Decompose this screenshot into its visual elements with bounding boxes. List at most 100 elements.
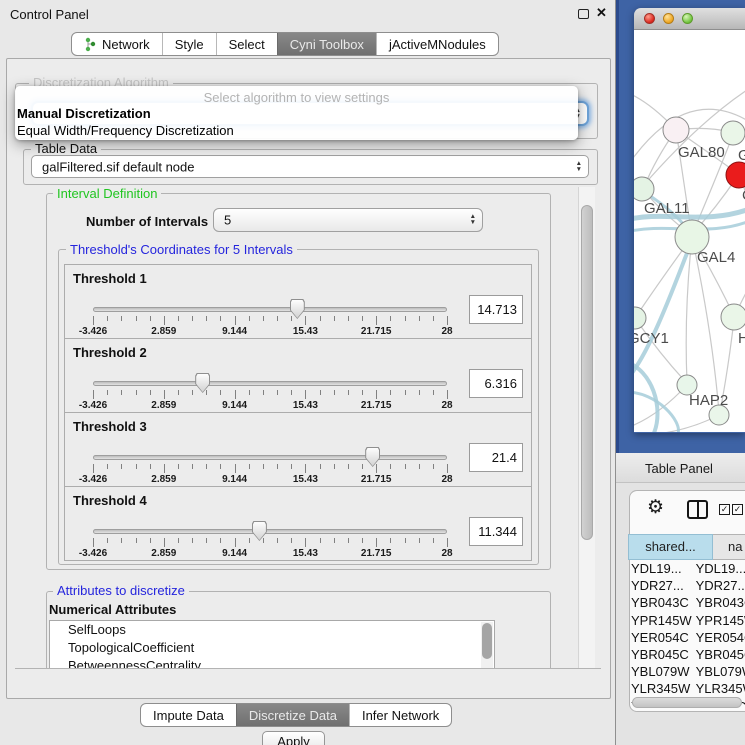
attribute-list-item[interactable]: BetweennessCentrality [50, 657, 494, 669]
table-row[interactable]: YER054CYER054C [628, 629, 745, 646]
network-node-label: GAL11 [644, 200, 690, 217]
table-row[interactable]: YBL079WYBL079W [628, 663, 745, 680]
cyni-mode-tabs: Impute Data Discretize Data Infer Networ… [140, 703, 452, 727]
window-title: Control Panel [10, 7, 89, 22]
column-header-name[interactable]: na [713, 534, 745, 560]
threshold-1-slider-tick-labels: -3.4262.8599.14415.4321.71528 [93, 326, 449, 337]
network-window-titlebar [634, 8, 745, 30]
attributes-list-scrollbar[interactable] [481, 622, 493, 669]
scrollbar-thumb[interactable] [581, 205, 593, 540]
table-data-selected-value: galFiltered.sif default node [42, 159, 194, 174]
threshold-4-label: Threshold 4 [73, 493, 147, 508]
threshold-2-value-field[interactable] [469, 369, 523, 398]
number-of-intervals-label: Number of Intervals [86, 214, 208, 229]
attribute-list-item[interactable]: TopologicalCoefficient [50, 639, 494, 657]
apply-button[interactable]: Apply [262, 731, 325, 745]
close-traffic-light-icon[interactable] [644, 13, 655, 24]
tab-jactivemnodules[interactable]: jActiveMNodules [376, 33, 498, 55]
threshold-4-slider-track[interactable] [93, 529, 447, 534]
checkbox-icon[interactable]: ✓ [732, 504, 743, 515]
network-edge [686, 237, 692, 382]
network-node-label: GA [738, 147, 745, 164]
tab-network[interactable]: Network [72, 33, 162, 55]
column-header-shared-name[interactable]: shared... [628, 534, 713, 560]
cyni-toolbox-panel: Discretization Algorithm ▲▼ Select algor… [6, 58, 611, 699]
threshold-1-slider-ticks [93, 316, 449, 326]
table-panel-title: Table Panel [645, 461, 713, 476]
control-panel-window: Control Panel ✕ Network Style Select Cyn… [0, 0, 616, 745]
threshold-2-slider-tick-labels: -3.4262.8599.14415.4321.71528 [93, 400, 449, 411]
threshold-3-slider-track[interactable] [93, 455, 447, 460]
threshold-3-panel: Threshold 3 -3.4262.8599.14415.4321.7152… [64, 412, 532, 487]
combo-arrows-icon: ▲▼ [470, 214, 476, 226]
threshold-1-panel: Threshold 1 -3.4262.8599.14415.4321.7152… [64, 264, 532, 339]
zoom-traffic-light-icon[interactable] [682, 13, 693, 24]
network-node-label: H [738, 330, 745, 347]
network-node[interactable] [726, 162, 745, 188]
tab-style[interactable]: Style [162, 33, 216, 55]
threshold-2-panel: Threshold 2 -3.4262.8599.14415.4321.7152… [64, 338, 532, 413]
tab-infer-network[interactable]: Infer Network [349, 704, 451, 726]
network-view-window[interactable]: GAL80GACGAL11GAL4GCY1HHAP2 [634, 8, 745, 433]
threshold-2-slider-ticks [93, 390, 449, 400]
threshold-3-label: Threshold 3 [73, 419, 147, 434]
network-node[interactable] [634, 177, 654, 201]
algorithm-dropdown-popup: Select algorithm to view settings Manual… [15, 86, 578, 140]
screen: Control Panel ✕ Network Style Select Cyn… [0, 0, 745, 745]
dropdown-option-manual-discretization[interactable]: Manual Discretization [15, 105, 578, 122]
threshold-2-slider-track[interactable] [93, 381, 447, 386]
threshold-4-panel: Threshold 4 -3.4262.8599.14415.4321.7152… [64, 486, 532, 561]
table-row[interactable]: YDR27...YDR27... [628, 577, 745, 594]
checkbox-icon[interactable]: ✓ [719, 504, 730, 515]
table-row[interactable]: YBR045CYBR045C [628, 646, 745, 663]
threshold-3-slider-ticks [93, 464, 449, 474]
numerical-attributes-label: Numerical Attributes [49, 602, 176, 617]
network-node[interactable] [663, 117, 689, 143]
table-row[interactable]: YLR345WYLR345W [628, 680, 745, 697]
numerical-attributes-list[interactable]: SelfLoopsTopologicalCoefficientBetweenne… [49, 620, 495, 669]
table-row[interactable]: YBR043CYBR043C [628, 594, 745, 611]
threshold-1-value-field[interactable] [469, 295, 523, 324]
number-of-intervals-value: 5 [224, 213, 231, 228]
tab-network-label: Network [102, 37, 150, 52]
attribute-list-item[interactable]: SelfLoops [50, 621, 494, 639]
network-node-label: HAP2 [689, 392, 728, 409]
threshold-3-value-field[interactable] [469, 443, 523, 472]
threshold-4-value-field[interactable] [469, 517, 523, 546]
control-panel-tabs: Network Style Select Cyni Toolbox jActiv… [71, 32, 499, 56]
tab-cyni-toolbox[interactable]: Cyni Toolbox [277, 33, 376, 55]
table-row[interactable]: YPR145WYPR145W [628, 612, 745, 629]
network-node[interactable] [634, 307, 646, 329]
gear-icon[interactable]: ⚙ [647, 496, 664, 519]
table-horizontal-scrollbar[interactable] [632, 697, 742, 708]
table-data-select[interactable]: galFiltered.sif default node ▲▼ [31, 155, 589, 178]
network-icon [84, 37, 97, 52]
threshold-1-slider-track[interactable] [93, 307, 447, 312]
threshold-2-label: Threshold 2 [73, 345, 147, 360]
minimize-traffic-light-icon[interactable] [663, 13, 674, 24]
network-canvas[interactable]: GAL80GACGAL11GAL4GCY1HHAP2 [634, 30, 745, 432]
tab-impute-data[interactable]: Impute Data [141, 704, 236, 726]
number-of-intervals-select[interactable]: 5 ▲▼ [213, 208, 483, 232]
network-node-label: GCY1 [634, 330, 669, 347]
network-node[interactable] [721, 304, 745, 330]
threshold-3-slider-tick-labels: -3.4262.8599.14415.4321.71528 [93, 474, 449, 485]
combo-arrows-icon: ▲▼ [576, 161, 582, 173]
network-node[interactable] [721, 121, 745, 145]
threshold-4-slider-tick-labels: -3.4262.8599.14415.4321.71528 [93, 548, 449, 559]
dropdown-option-equal-width-frequency[interactable]: Equal Width/Frequency Discretization [15, 122, 578, 139]
tab-discretize-data[interactable]: Discretize Data [236, 704, 349, 726]
dropdown-prompt: Select algorithm to view settings [15, 86, 578, 105]
settings-vertical-scrollbar[interactable] [578, 187, 595, 669]
threshold-1-label: Threshold 1 [73, 271, 147, 286]
columns-icon[interactable] [687, 500, 708, 519]
network-node-label: GAL80 [678, 144, 725, 161]
table-panel-header: Table Panel [616, 453, 745, 483]
interval-definition-group-title: Interval Definition [53, 187, 161, 200]
threshold-4-slider-ticks [93, 538, 449, 548]
tab-select[interactable]: Select [216, 33, 277, 55]
table-row[interactable]: YDL19...YDL19... [628, 560, 745, 577]
close-icon[interactable]: ✕ [596, 5, 607, 21]
float-window-icon[interactable] [578, 9, 589, 19]
network-node-label: GAL4 [697, 249, 735, 266]
